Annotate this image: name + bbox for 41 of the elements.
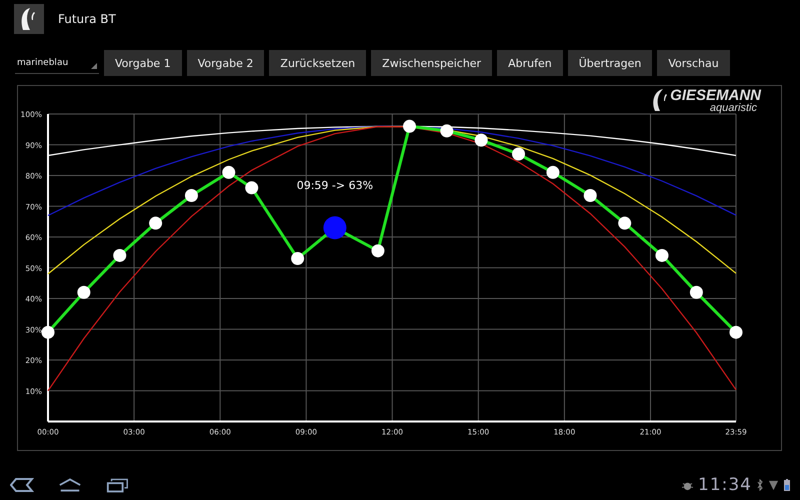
status-clock: 11:34 <box>698 475 752 495</box>
point-handle[interactable] <box>222 166 236 179</box>
point-handle[interactable] <box>690 286 703 299</box>
logo-wordmark: GIESEMANN <box>670 88 761 103</box>
toolbar-button[interactable]: Übertragen <box>568 50 652 76</box>
point-handle[interactable] <box>245 181 258 194</box>
point-handle[interactable] <box>655 248 668 262</box>
toolbar-button[interactable]: Abrufen <box>497 50 563 76</box>
point-handle[interactable] <box>584 189 597 202</box>
point-handle[interactable] <box>546 166 560 179</box>
recent-apps-icon[interactable] <box>106 477 130 493</box>
point-handle[interactable] <box>323 216 346 240</box>
toolbar-button[interactable]: Vorgabe 2 <box>186 50 264 76</box>
logo-tagline: aquaristic <box>710 103 757 114</box>
point-handle[interactable] <box>42 326 54 339</box>
point-handle[interactable] <box>184 189 198 202</box>
app-logo-icon[interactable] <box>14 4 44 34</box>
point-handle[interactable] <box>474 134 488 147</box>
battery-icon <box>784 479 790 491</box>
toolbar-button[interactable]: Vorschau <box>657 50 730 76</box>
point-handle[interactable] <box>291 252 304 266</box>
point-handle[interactable] <box>618 216 632 230</box>
point-handle[interactable] <box>77 286 90 299</box>
app-title: Futura BT <box>58 12 116 26</box>
back-icon[interactable] <box>10 477 34 493</box>
point-handle[interactable] <box>512 147 526 160</box>
point-handle[interactable] <box>371 244 384 258</box>
point-value-label: 09:59 -> 63% <box>296 178 374 192</box>
toolbar-button[interactable]: Zurücksetzen <box>269 50 366 76</box>
signal-icon <box>768 480 779 490</box>
point-handle[interactable] <box>730 326 742 339</box>
point-handle[interactable] <box>403 120 416 133</box>
home-icon[interactable] <box>58 477 82 493</box>
point-handle[interactable] <box>113 248 126 262</box>
profile-dropdown[interactable]: marineblau <box>15 52 99 74</box>
toolbar-button[interactable]: Zwischenspeicher <box>371 50 492 76</box>
point-handle[interactable] <box>440 124 454 138</box>
dropdown-corner-icon <box>91 62 97 68</box>
toolbar-button[interactable]: Vorgabe 1 <box>104 50 182 76</box>
point-handle[interactable] <box>149 216 162 230</box>
bluetooth-icon <box>757 479 763 491</box>
